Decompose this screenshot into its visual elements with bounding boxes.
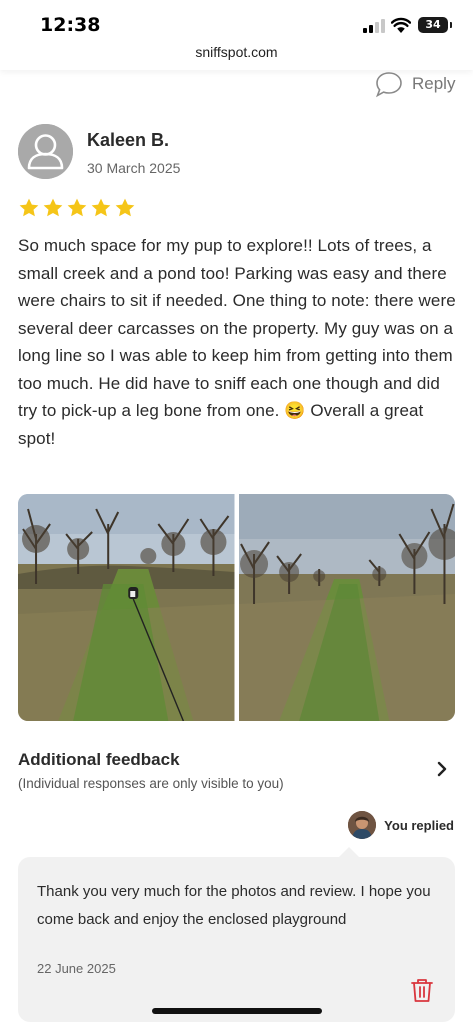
review-text: So much space for my pup to explore!! Lo… [18, 236, 456, 448]
default-user-icon [18, 124, 73, 179]
additional-feedback-row[interactable]: Additional feedback (Individual response… [18, 748, 455, 798]
cellular-signal-icon [363, 19, 385, 33]
review-photo[interactable] [18, 494, 235, 721]
home-indicator[interactable] [152, 1008, 322, 1014]
review-photo[interactable] [238, 494, 455, 721]
status-time: 12:38 [40, 14, 101, 36]
review-date: 30 March 2025 [87, 160, 181, 176]
wifi-icon [391, 17, 411, 33]
you-replied-label: You replied [384, 817, 454, 833]
star-icon [19, 198, 39, 217]
star-icon [67, 198, 87, 217]
trash-icon[interactable] [410, 977, 434, 1003]
host-reply-header: You replied [348, 811, 454, 839]
reviewer-name: Kaleen B. [87, 130, 170, 150]
status-bar: 12:38 34 sniffspot.com [0, 0, 473, 70]
chevron-right-icon [437, 761, 447, 777]
star-icon [43, 198, 63, 217]
host-reply-date: 22 June 2025 [37, 961, 116, 976]
host-avatar [348, 811, 377, 839]
review-photos [18, 494, 455, 721]
orchard-photo [238, 494, 455, 721]
additional-feedback-subtitle: (Individual responses are only visible t… [18, 776, 284, 791]
reply-label: Reply [412, 74, 456, 93]
additional-feedback-title: Additional feedback [18, 750, 180, 769]
host-reply-box: Thank you very much for the photos and r… [18, 847, 455, 1022]
address-bar-url[interactable]: sniffspot.com [0, 44, 473, 60]
reply-button[interactable]: Reply [374, 69, 455, 99]
orchard-photo-with-dog [18, 494, 235, 721]
reviewer-avatar [18, 124, 73, 179]
host-reply-text: Thank you very much for the photos and r… [37, 883, 431, 928]
star-icon [115, 198, 135, 217]
speech-bubble-icon [376, 72, 402, 98]
battery-icon: 34 [418, 17, 452, 33]
star-icon [91, 198, 111, 217]
star-rating [18, 197, 136, 219]
